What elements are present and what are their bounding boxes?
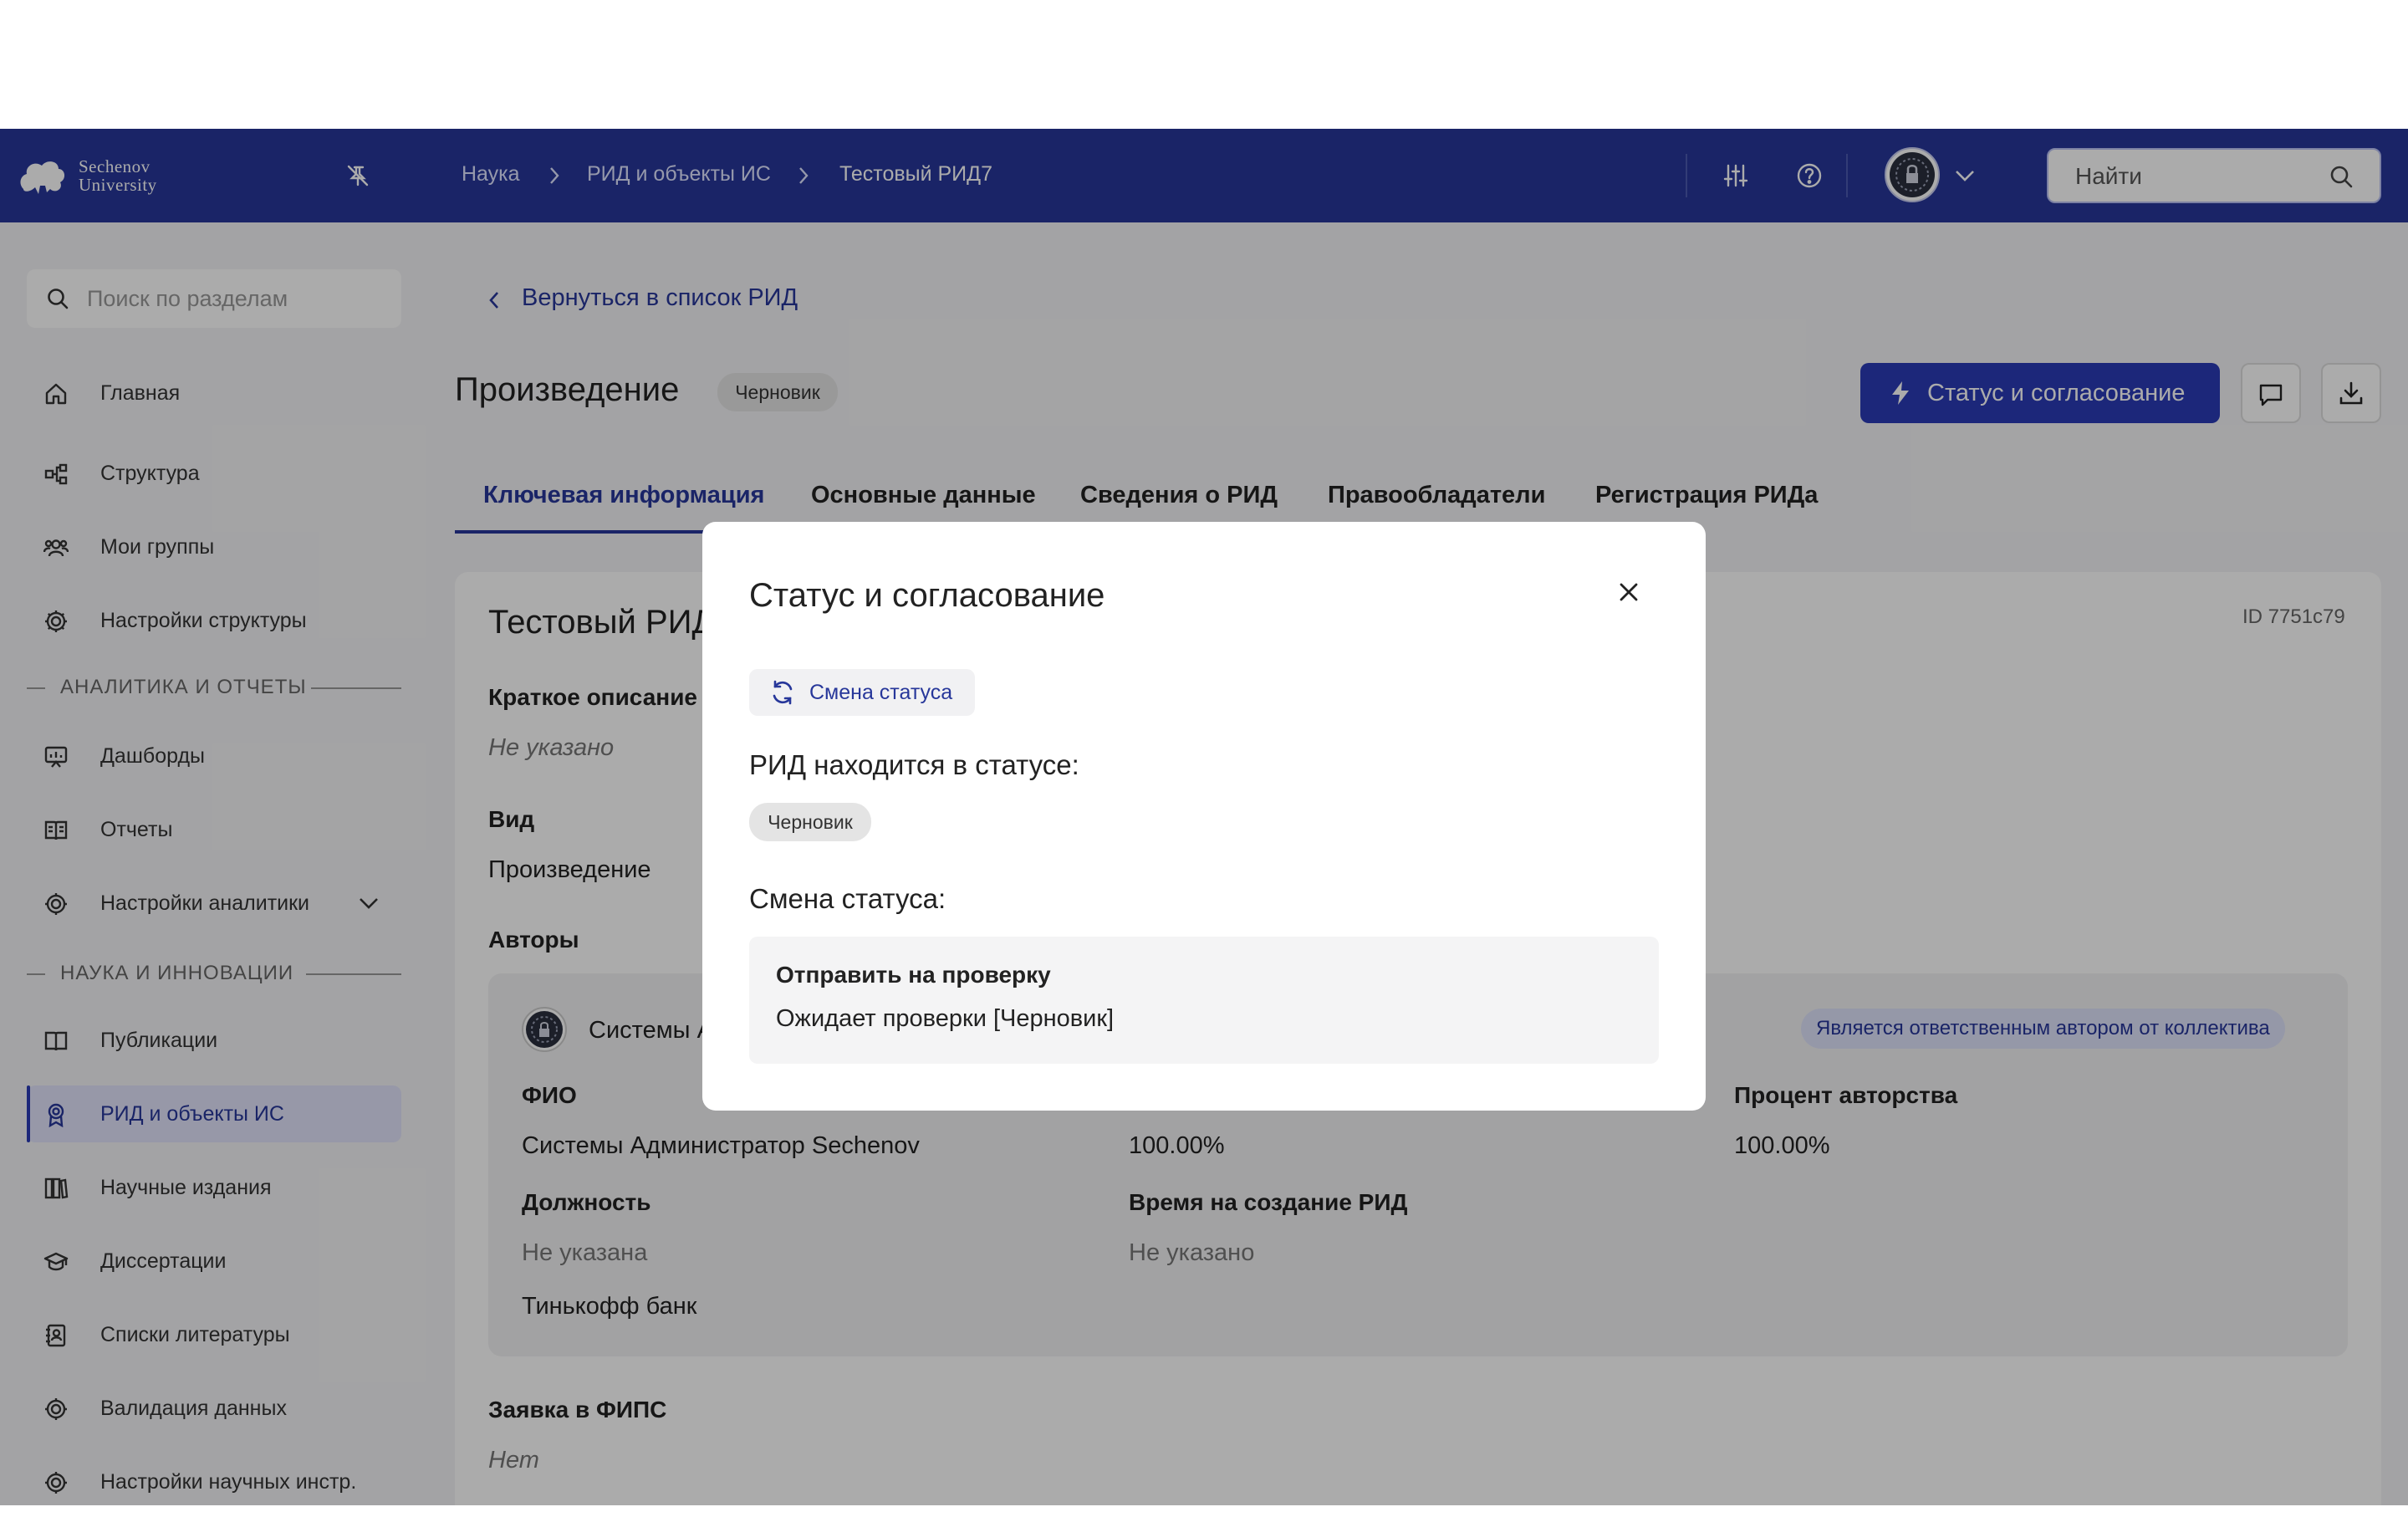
change-status-chip[interactable]: Смена статуса [749, 669, 975, 716]
status-option-subtitle: Ожидает проверки [Черновик] [776, 1005, 1115, 1032]
current-status-label: РИД находится в статусе: [749, 749, 1079, 780]
change-status-chip-label: Смена статуса [809, 681, 953, 704]
close-icon[interactable] [1615, 579, 1642, 605]
refresh-icon [769, 679, 796, 706]
modal-title: Статус и согласование [749, 577, 1105, 614]
current-status-badge: Черновик [749, 803, 871, 841]
change-status-label: Смена статуса: [749, 883, 946, 914]
status-option-send-for-review[interactable]: Отправить на проверку Ожидает проверки [… [749, 937, 1659, 1064]
status-option-title: Отправить на проверку [776, 962, 1051, 988]
status-modal: Статус и согласование Смена статуса РИД … [702, 522, 1706, 1111]
top-blank-area [0, 0, 2408, 129]
